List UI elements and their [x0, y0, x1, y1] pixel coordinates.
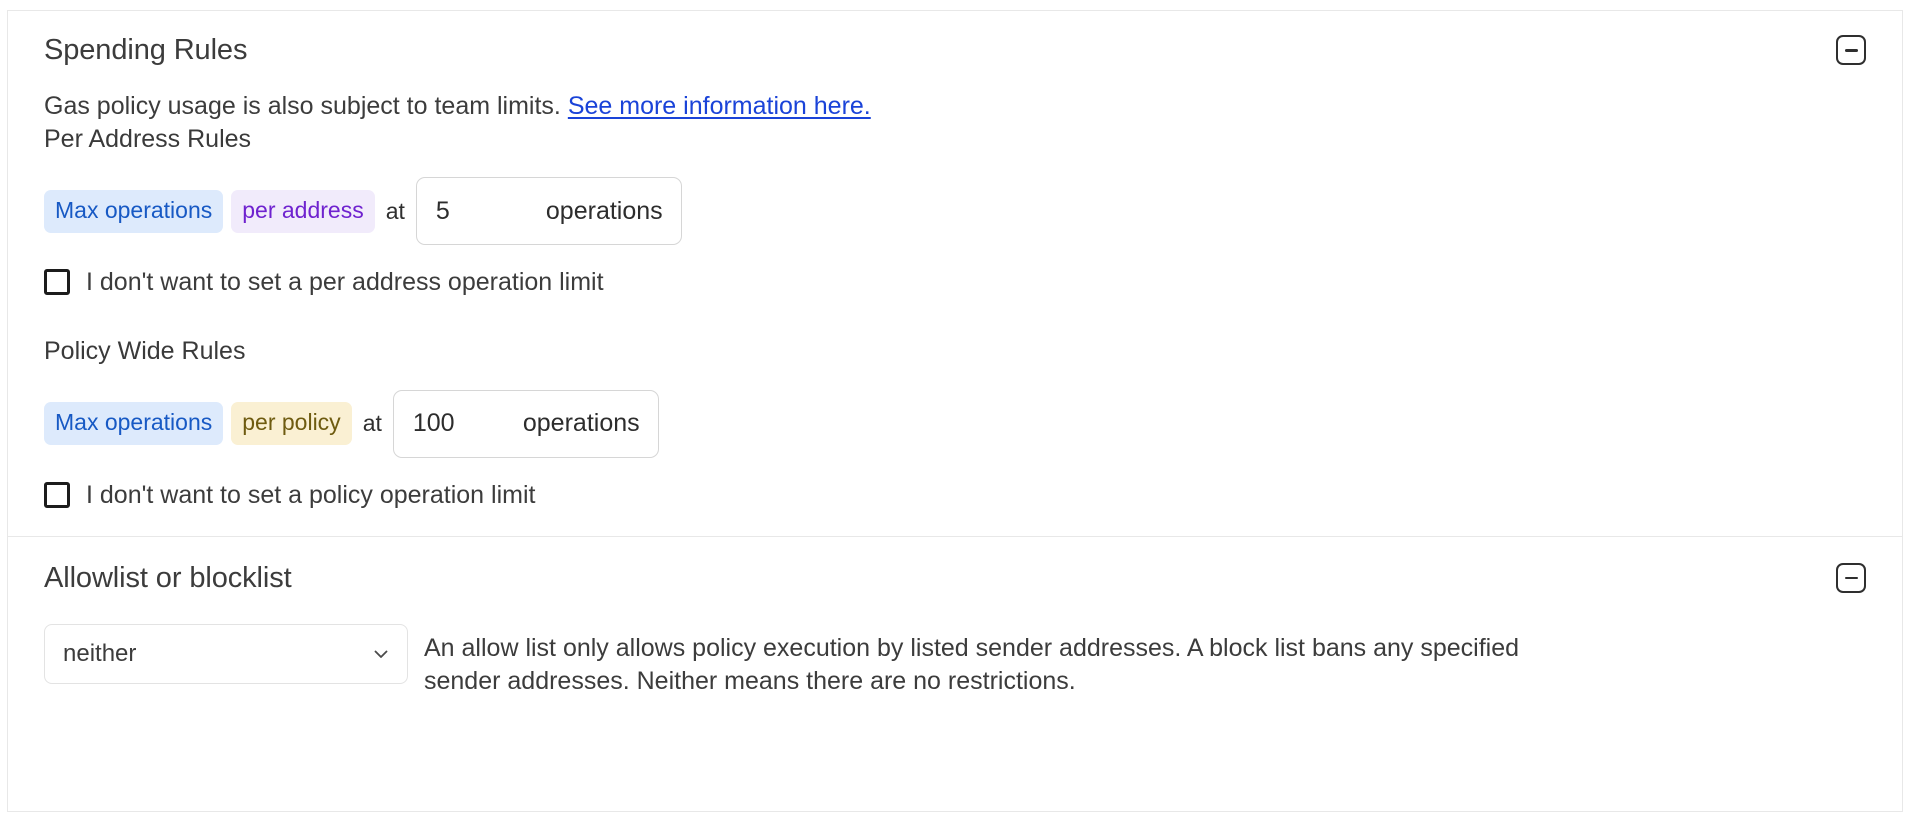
- chevron-down-icon: [371, 644, 391, 664]
- policy-wide-no-limit-row[interactable]: I don't want to set a policy operation l…: [44, 480, 1866, 510]
- per-address-metric-chip[interactable]: Max operations: [44, 190, 223, 233]
- per-address-limit-field[interactable]: operations: [416, 177, 682, 245]
- minus-bar: [1845, 49, 1858, 52]
- policy-wide-scope-chip[interactable]: per policy: [231, 402, 351, 445]
- policy-wide-metric-chip[interactable]: Max operations: [44, 402, 223, 445]
- team-limits-text: Gas policy usage is also subject to team…: [44, 92, 568, 120]
- minus-bar: [1845, 577, 1858, 580]
- minus-square-icon[interactable]: [1836, 563, 1866, 593]
- per-address-scope-chip[interactable]: per address: [231, 190, 374, 233]
- spending-rules-header: Spending Rules: [44, 33, 1866, 68]
- policy-wide-conjunction: at: [363, 410, 382, 437]
- allowlist-section: Allowlist or blocklist neither An allow …: [8, 536, 1902, 726]
- allowlist-header: Allowlist or blocklist: [44, 561, 1866, 596]
- team-limits-info: Gas policy usage is also subject to team…: [44, 90, 1866, 122]
- allowlist-mode-value: neither: [63, 640, 371, 668]
- per-address-limit-input[interactable]: [436, 197, 546, 226]
- policy-wide-limit-field[interactable]: operations: [393, 390, 659, 458]
- policy-wide-rule-row: Max operations per policy at operations: [44, 390, 1866, 458]
- policy-wide-rules-heading: Policy Wide Rules: [44, 335, 1866, 368]
- allowlist-title: Allowlist or blocklist: [44, 561, 292, 596]
- policy-settings-page: Spending Rules Gas policy usage is also …: [0, 0, 1920, 826]
- allowlist-description: An allow list only allows policy executi…: [424, 624, 1524, 698]
- allowlist-mode-select[interactable]: neither: [44, 624, 408, 684]
- policy-wide-limit-unit: operations: [523, 409, 640, 438]
- per-address-no-limit-checkbox[interactable]: [44, 269, 70, 295]
- policy-wide-no-limit-label: I don't want to set a policy operation l…: [86, 480, 535, 510]
- per-address-rule-row: Max operations per address at operations: [44, 177, 1866, 245]
- per-address-no-limit-label: I don't want to set a per address operat…: [86, 267, 604, 297]
- per-address-limit-unit: operations: [546, 197, 663, 226]
- spending-rules-title: Spending Rules: [44, 33, 247, 68]
- policy-card: Spending Rules Gas policy usage is also …: [7, 10, 1903, 812]
- policy-wide-limit-input[interactable]: [413, 409, 523, 438]
- see-more-information-link[interactable]: See more information here.: [568, 92, 871, 120]
- spending-rules-section: Spending Rules Gas policy usage is also …: [8, 11, 1902, 536]
- per-address-conjunction: at: [386, 198, 405, 225]
- per-address-rules-heading: Per Address Rules: [44, 123, 1866, 156]
- minus-square-icon[interactable]: [1836, 35, 1866, 65]
- policy-wide-no-limit-checkbox[interactable]: [44, 482, 70, 508]
- allowlist-controls-row: neither An allow list only allows policy…: [44, 624, 1866, 698]
- per-address-no-limit-row[interactable]: I don't want to set a per address operat…: [44, 267, 1866, 297]
